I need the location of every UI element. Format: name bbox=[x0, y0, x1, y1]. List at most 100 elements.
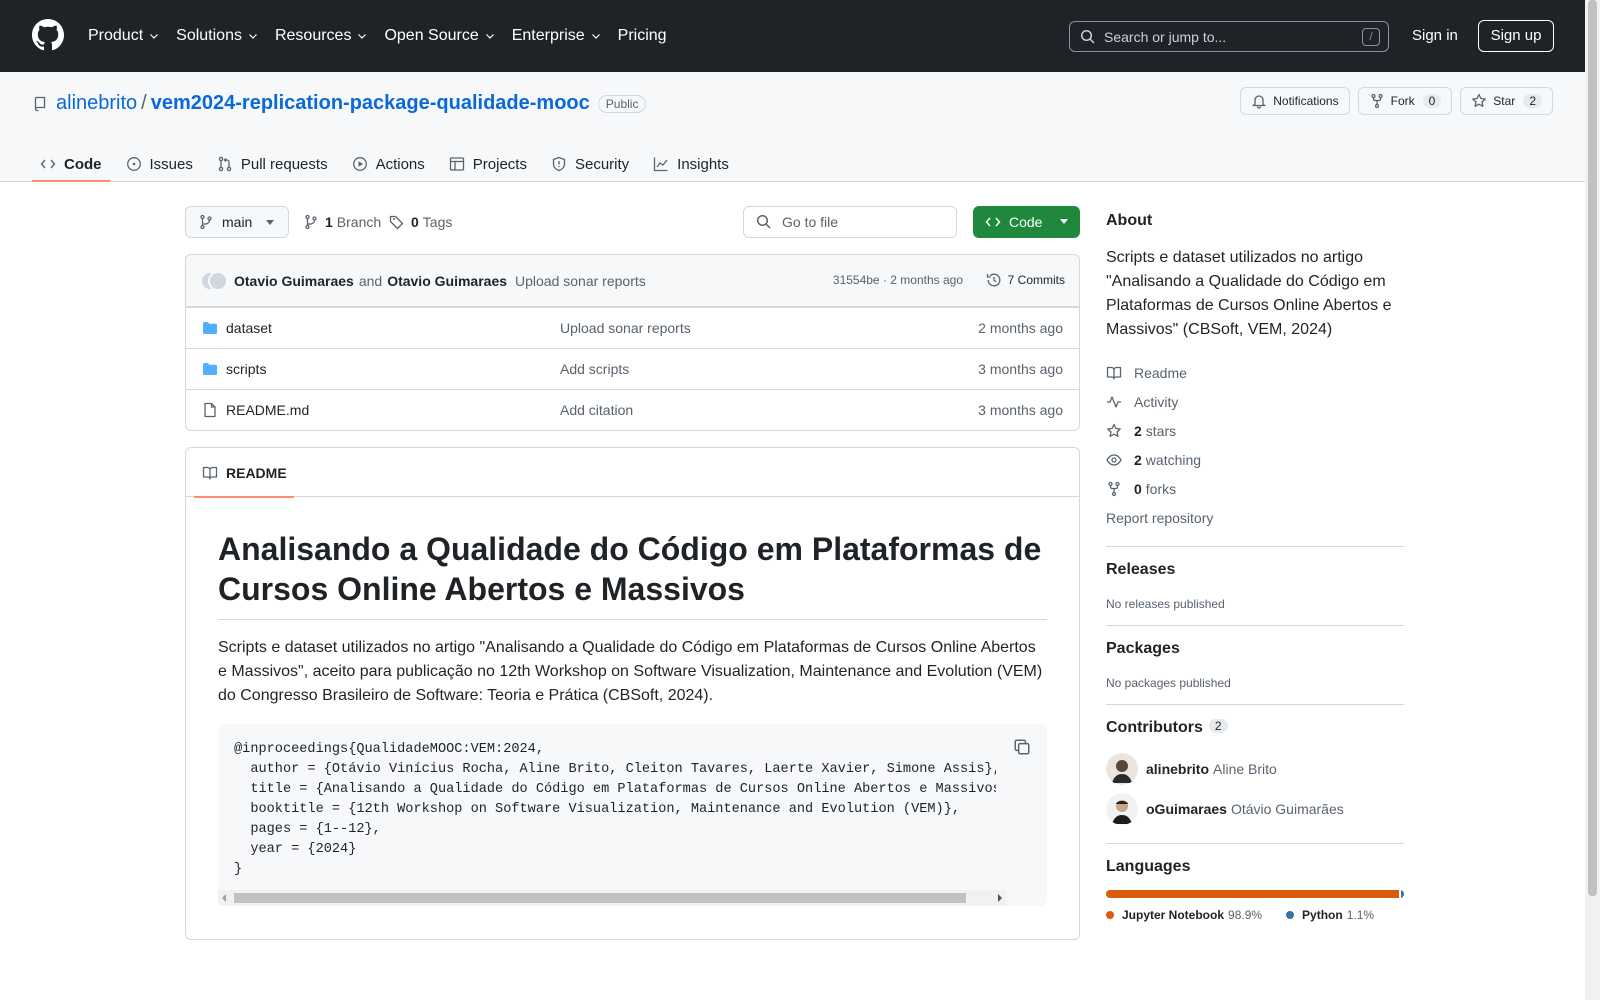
chevron-down-icon bbox=[150, 34, 159, 39]
search-icon bbox=[1080, 29, 1095, 44]
about-links: Readme Activity 2 stars 2 watching 0 for… bbox=[1106, 358, 1404, 532]
table-row[interactable]: README.md Add citation 3 months ago bbox=[186, 389, 1079, 430]
file-name-link[interactable]: README.md bbox=[226, 402, 309, 418]
commits-history-link[interactable]: 7 Commits bbox=[986, 272, 1065, 288]
divider bbox=[1106, 843, 1404, 844]
scroll-right-arrow-icon[interactable] bbox=[998, 894, 1002, 902]
file-commit-message[interactable]: Upload sonar reports bbox=[560, 320, 691, 336]
pull-request-icon bbox=[218, 156, 232, 172]
file-icon bbox=[204, 402, 216, 418]
contributor-login: oGuimaraes bbox=[1146, 801, 1227, 817]
stars-link[interactable]: 2 stars bbox=[1106, 416, 1404, 445]
contributors-title[interactable]: Contributors 2 bbox=[1106, 719, 1404, 737]
search-icon bbox=[756, 214, 771, 229]
book-icon bbox=[202, 466, 218, 480]
readme-link[interactable]: Readme bbox=[1106, 358, 1404, 387]
commit-author[interactable]: Otavio Guimaraes bbox=[234, 273, 354, 289]
copy-icon[interactable] bbox=[1013, 738, 1031, 756]
contributor-login: alinebrito bbox=[1146, 761, 1210, 777]
nav-pricing[interactable]: Pricing bbox=[618, 27, 667, 45]
scroll-left-arrow-icon[interactable] bbox=[222, 894, 226, 902]
table-row[interactable]: scripts Add scripts 3 months ago bbox=[186, 348, 1079, 389]
nav-resources[interactable]: Resources bbox=[275, 27, 368, 45]
packages-empty-text: No packages published bbox=[1106, 676, 1231, 690]
file-commit-message[interactable]: Add scripts bbox=[560, 361, 629, 377]
avatar bbox=[208, 270, 228, 291]
code-horizontal-scrollbar[interactable] bbox=[218, 890, 1006, 906]
star-button[interactable]: Star 2 bbox=[1460, 87, 1553, 115]
caret-down-icon bbox=[266, 220, 274, 225]
contributor-name: Aline Brito bbox=[1213, 761, 1277, 777]
language-item[interactable]: Python 1.1% bbox=[1286, 908, 1374, 922]
folder-icon bbox=[203, 363, 217, 375]
activity-link[interactable]: Activity bbox=[1106, 387, 1404, 416]
branch-selector[interactable]: main bbox=[185, 206, 289, 238]
divider bbox=[1106, 625, 1404, 626]
tags-link[interactable]: 0 Tags bbox=[389, 214, 452, 230]
visibility-badge: Public bbox=[597, 94, 647, 113]
tab-readme[interactable]: README bbox=[194, 448, 294, 498]
star-icon bbox=[1472, 93, 1487, 107]
file-commit-message[interactable]: Add citation bbox=[560, 402, 633, 418]
book-icon bbox=[1106, 366, 1122, 380]
repo-owner-link[interactable]: alinebrito bbox=[56, 92, 137, 115]
forks-link[interactable]: 0 forks bbox=[1106, 474, 1404, 503]
language-item[interactable]: Jupyter Notebook 98.9% bbox=[1106, 908, 1262, 922]
commit-coauthor[interactable]: Otavio Guimaraes bbox=[387, 273, 507, 289]
report-repository-link[interactable]: Report repository bbox=[1106, 503, 1404, 532]
code-button[interactable]: Code bbox=[973, 206, 1080, 238]
star-icon bbox=[1107, 423, 1121, 437]
tab-insights[interactable]: Insights bbox=[645, 146, 737, 182]
tab-issues[interactable]: Issues bbox=[118, 146, 201, 182]
shield-icon bbox=[552, 156, 566, 172]
sign-in-link[interactable]: Sign in bbox=[1412, 27, 1458, 44]
page-vertical-scrollbar[interactable] bbox=[1585, 0, 1600, 1000]
chevron-down-icon bbox=[591, 34, 600, 39]
go-to-file-input[interactable]: Go to file bbox=[743, 206, 957, 238]
scrollbar-thumb[interactable] bbox=[1588, 0, 1597, 896]
main-content: main 1 Branch 0 Tags Go to file Code Ota… bbox=[185, 206, 1080, 940]
code-icon bbox=[985, 217, 1001, 227]
sign-up-button[interactable]: Sign up bbox=[1478, 20, 1554, 52]
global-search-input[interactable]: Search or jump to... / bbox=[1069, 21, 1389, 52]
list-item[interactable]: alinebrito Aline Brito bbox=[1106, 749, 1404, 789]
packages-title[interactable]: Packages bbox=[1106, 640, 1404, 658]
language-bar bbox=[1106, 890, 1404, 898]
table-icon bbox=[449, 157, 464, 171]
file-name-link[interactable]: scripts bbox=[226, 361, 266, 377]
list-item[interactable]: oGuimaraes Otávio Guimarães bbox=[1106, 789, 1404, 829]
tab-projects[interactable]: Projects bbox=[441, 146, 535, 182]
nav-solutions[interactable]: Solutions bbox=[176, 27, 259, 45]
contributors-count: 2 bbox=[1208, 719, 1228, 733]
chevron-down-icon bbox=[485, 34, 494, 39]
divider bbox=[1106, 546, 1404, 547]
github-logo-icon[interactable] bbox=[32, 19, 64, 51]
citation-code: @inproceedings{QualidadeMOOC:VEM:2024, a… bbox=[234, 742, 996, 877]
tab-pull-requests[interactable]: Pull requests bbox=[209, 146, 336, 182]
readme-header: README bbox=[186, 448, 1079, 498]
global-nav: Product Solutions Resources Open Source … bbox=[88, 0, 683, 72]
nav-open-source[interactable]: Open Source bbox=[384, 27, 495, 45]
readme-paragraph: Scripts e dataset utilizados no artigo "… bbox=[218, 639, 1043, 704]
repo-icon bbox=[34, 96, 46, 111]
scrollbar-thumb[interactable] bbox=[234, 893, 966, 903]
fork-button[interactable]: Fork 0 bbox=[1357, 87, 1453, 115]
readme-title: Analisando a Qualidade do Código em Plat… bbox=[218, 529, 1047, 620]
table-row[interactable]: dataset Upload sonar reports 2 months ag… bbox=[186, 307, 1079, 348]
tab-security[interactable]: Security bbox=[543, 146, 637, 182]
branches-link[interactable]: 1 Branch bbox=[303, 214, 381, 230]
commit-sha-time[interactable]: 31554be · 2 months ago bbox=[833, 273, 963, 287]
notifications-button[interactable]: Notifications bbox=[1240, 87, 1350, 115]
commit-message[interactable]: Upload sonar reports bbox=[515, 273, 646, 289]
nav-enterprise[interactable]: Enterprise bbox=[512, 27, 602, 45]
about-description: Scripts e dataset utilizados no artigo "… bbox=[1106, 249, 1392, 338]
graph-icon bbox=[654, 157, 668, 172]
file-name-link[interactable]: dataset bbox=[226, 320, 272, 336]
tab-code[interactable]: Code bbox=[32, 146, 110, 182]
language-percent: 1.1% bbox=[1346, 908, 1375, 922]
nav-product[interactable]: Product bbox=[88, 27, 160, 45]
watching-link[interactable]: 2 watching bbox=[1106, 445, 1404, 474]
tab-actions[interactable]: Actions bbox=[344, 146, 433, 182]
releases-title[interactable]: Releases bbox=[1106, 561, 1404, 579]
repo-name-link[interactable]: vem2024-replication-package-qualidade-mo… bbox=[151, 92, 590, 115]
